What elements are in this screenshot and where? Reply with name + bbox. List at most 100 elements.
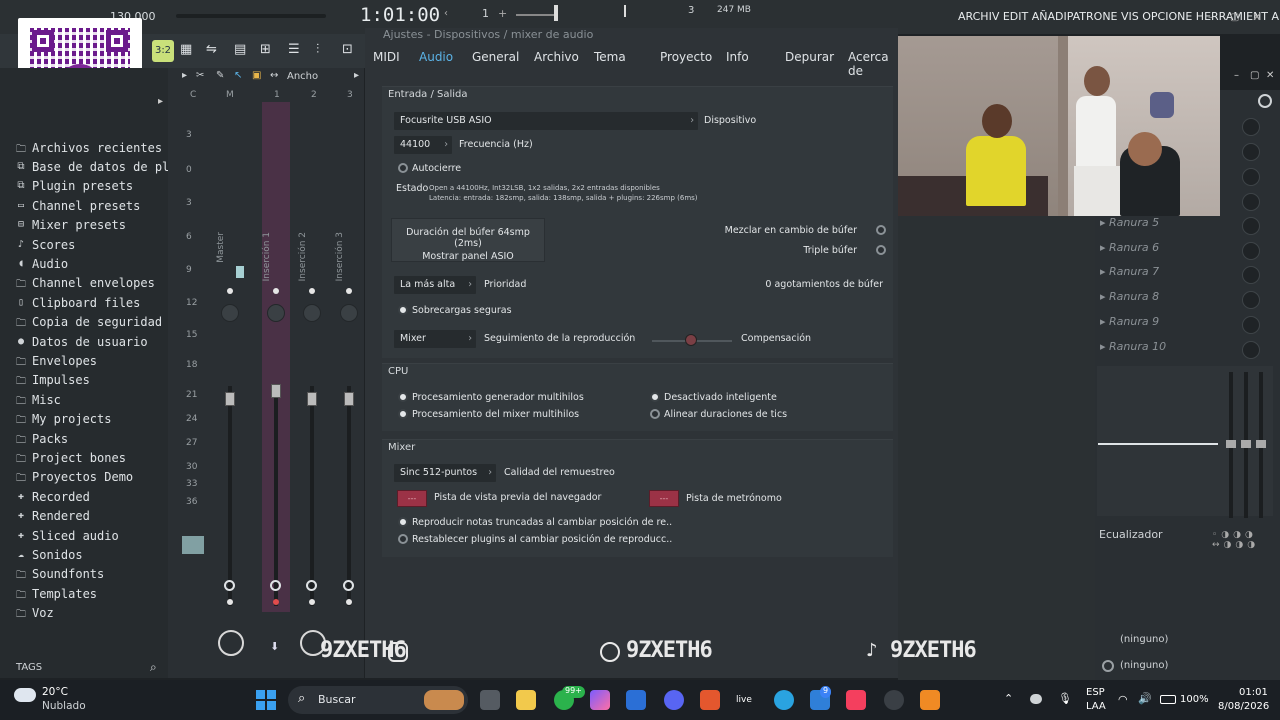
insert-fader-3-handle[interactable] xyxy=(1256,440,1266,448)
tab-info[interactable]: Info xyxy=(726,50,749,64)
autoclose-radio[interactable] xyxy=(398,163,408,173)
channel-rack-icon[interactable]: ▤ xyxy=(234,42,254,60)
browser-item[interactable]: ♪ Scores xyxy=(14,235,75,254)
copilot-icon[interactable] xyxy=(590,690,610,710)
pattern-number[interactable]: 1 xyxy=(482,7,489,20)
track-pan-knob[interactable] xyxy=(340,304,358,322)
track-fader-handle[interactable] xyxy=(225,392,235,406)
track-record-dot[interactable] xyxy=(346,599,352,605)
browser-item[interactable]: 🗀 Project bones xyxy=(14,448,126,467)
track-enable-led[interactable] xyxy=(346,288,352,294)
play-truncated-radio[interactable] xyxy=(398,517,408,527)
cloud-weather-icon[interactable] xyxy=(14,688,36,702)
browser-item[interactable]: 🗀 Archivos recientes xyxy=(14,138,162,157)
insert-slot-knob[interactable] xyxy=(1242,241,1260,260)
browser-item[interactable]: 🗀 Channel envelopes xyxy=(14,274,155,293)
file-explorer-icon[interactable] xyxy=(516,690,536,710)
track-fader-slot[interactable] xyxy=(347,386,351,606)
mixer-tool-4-icon[interactable]: ▣ xyxy=(252,70,261,81)
compensation-knob[interactable] xyxy=(685,334,697,346)
live-icon[interactable]: live xyxy=(736,690,756,710)
browser-expand-icon[interactable]: ▸ xyxy=(158,96,163,107)
track-pan-knob[interactable] xyxy=(267,304,285,322)
weather-temp[interactable]: 20°C xyxy=(42,686,68,698)
mixer-width-arrow-icon[interactable]: ▸ xyxy=(354,70,359,81)
browser-item[interactable]: ⊟ Mixer presets xyxy=(14,216,126,235)
send-1-value[interactable]: (ninguno) xyxy=(1120,634,1168,645)
insert-slot-knob[interactable] xyxy=(1242,217,1260,235)
clock-time[interactable]: 01:01 xyxy=(1239,687,1268,698)
plugin-picker-icon[interactable]: ⫶ xyxy=(316,42,336,60)
browser-item[interactable]: 🗀 Impulses xyxy=(14,371,90,390)
track-fader-handle[interactable] xyxy=(344,392,354,406)
track-fader-slot[interactable] xyxy=(274,386,278,606)
browser-item[interactable]: 🗀 Soundfonts xyxy=(14,565,104,584)
insert-slot[interactable]: ▸ Ranura 7 xyxy=(1100,265,1159,287)
telegram-icon[interactable] xyxy=(774,690,794,710)
windows-start-icon[interactable] xyxy=(256,690,276,710)
wifi-icon[interactable]: ◠ xyxy=(1118,693,1128,706)
window-minimize-icon[interactable]: – xyxy=(1208,12,1213,23)
track-enable-led[interactable] xyxy=(227,288,233,294)
track-record-dot[interactable] xyxy=(273,599,279,605)
track-enable-led[interactable] xyxy=(309,288,315,294)
keyboard-code[interactable]: LAA xyxy=(1086,701,1106,712)
equalizer-knobs[interactable]: ◦◑◑◑ ↔◑◑◑ xyxy=(1212,530,1274,556)
browser-item[interactable]: ☁ Sonidos xyxy=(14,545,83,564)
browser-item[interactable]: 🗀 Voz xyxy=(14,604,54,623)
insert-slot[interactable]: ▸ Ranura 10 xyxy=(1100,340,1166,362)
mixer-track[interactable]: Inserción 2 xyxy=(298,102,326,612)
track-pan-knob[interactable] xyxy=(221,304,239,322)
send-2-icon[interactable] xyxy=(1102,660,1114,672)
insert-slot[interactable]: ▸ Ranura 8 xyxy=(1100,290,1159,312)
window-close-icon[interactable]: ✕ xyxy=(1252,10,1262,24)
clock-date[interactable]: 8/08/2026 xyxy=(1218,701,1269,712)
track-latency-icon[interactable] xyxy=(306,580,317,591)
insert-fader-2-handle[interactable] xyxy=(1241,440,1251,448)
playback-tracking-dropdown[interactable]: Mixer xyxy=(394,330,476,348)
track-latency-icon[interactable] xyxy=(224,580,235,591)
resample-dropdown[interactable]: Sinc 512-puntos xyxy=(394,464,496,482)
preview-track-button[interactable]: --- xyxy=(397,490,427,507)
track-fader-handle[interactable] xyxy=(271,384,281,398)
browser-item[interactable]: ◖ Audio xyxy=(14,254,68,273)
track-latency-icon[interactable] xyxy=(270,580,281,591)
track-fader-handle[interactable] xyxy=(307,392,317,406)
insert-slot[interactable]: ▸ Ranura 5 xyxy=(1100,216,1159,238)
microphone-icon[interactable]: 🎙 xyxy=(1058,692,1072,705)
mixer-icon[interactable]: ⊞ xyxy=(260,42,280,60)
pitch-handle[interactable] xyxy=(624,5,626,17)
browser-item[interactable]: ⧉ Plugin presets xyxy=(14,177,133,196)
browser-item[interactable]: ✚ Rendered xyxy=(14,507,90,526)
search-icon[interactable]: ⌕ xyxy=(150,660,157,675)
browser-item[interactable]: 🗀 My projects xyxy=(14,410,111,429)
browser-item[interactable]: ● Datos de usuario xyxy=(14,332,148,351)
slot-knob-1[interactable] xyxy=(1242,118,1260,136)
mixer-tool-5-icon[interactable]: ↔ xyxy=(270,70,278,81)
master-volume-slider[interactable] xyxy=(516,14,554,16)
mixer-tool-2-icon[interactable]: ✎ xyxy=(216,70,224,81)
metronome-track-button[interactable]: --- xyxy=(649,490,679,507)
window-maximize-icon[interactable]: ▢ xyxy=(1230,12,1239,23)
send-2-value[interactable]: (ninguno) xyxy=(1120,660,1168,671)
insert-slot-knob[interactable] xyxy=(1242,315,1260,334)
track-record-dot[interactable] xyxy=(309,599,315,605)
browser-item[interactable]: ✚ Recorded xyxy=(14,487,90,506)
slot-knob-2[interactable] xyxy=(1242,143,1260,161)
add-pattern-icon[interactable]: + xyxy=(498,7,507,20)
insert-slot[interactable]: ▸ Ranura 9 xyxy=(1100,315,1159,337)
frequency-dropdown[interactable]: 44100 xyxy=(394,136,452,154)
safe-overloads-radio[interactable] xyxy=(398,305,408,315)
piano-roll-icon[interactable]: ⇋ xyxy=(206,42,226,60)
browser-item[interactable]: ▯ Clipboard files xyxy=(14,293,140,312)
tab-tema[interactable]: Tema xyxy=(594,50,626,64)
insert-slot-knob[interactable] xyxy=(1242,291,1260,310)
mix-buffer-radio[interactable] xyxy=(876,225,886,235)
tab-archivo[interactable]: Archivo xyxy=(534,50,579,64)
reset-plugins-radio[interactable] xyxy=(398,534,408,544)
insert-fader-1-handle[interactable] xyxy=(1226,440,1236,448)
track-record-dot[interactable] xyxy=(227,599,233,605)
taskbar-search[interactable]: ⌕ Buscar xyxy=(288,686,468,714)
battery-icon[interactable] xyxy=(1160,695,1176,704)
music-icon[interactable] xyxy=(846,690,866,710)
